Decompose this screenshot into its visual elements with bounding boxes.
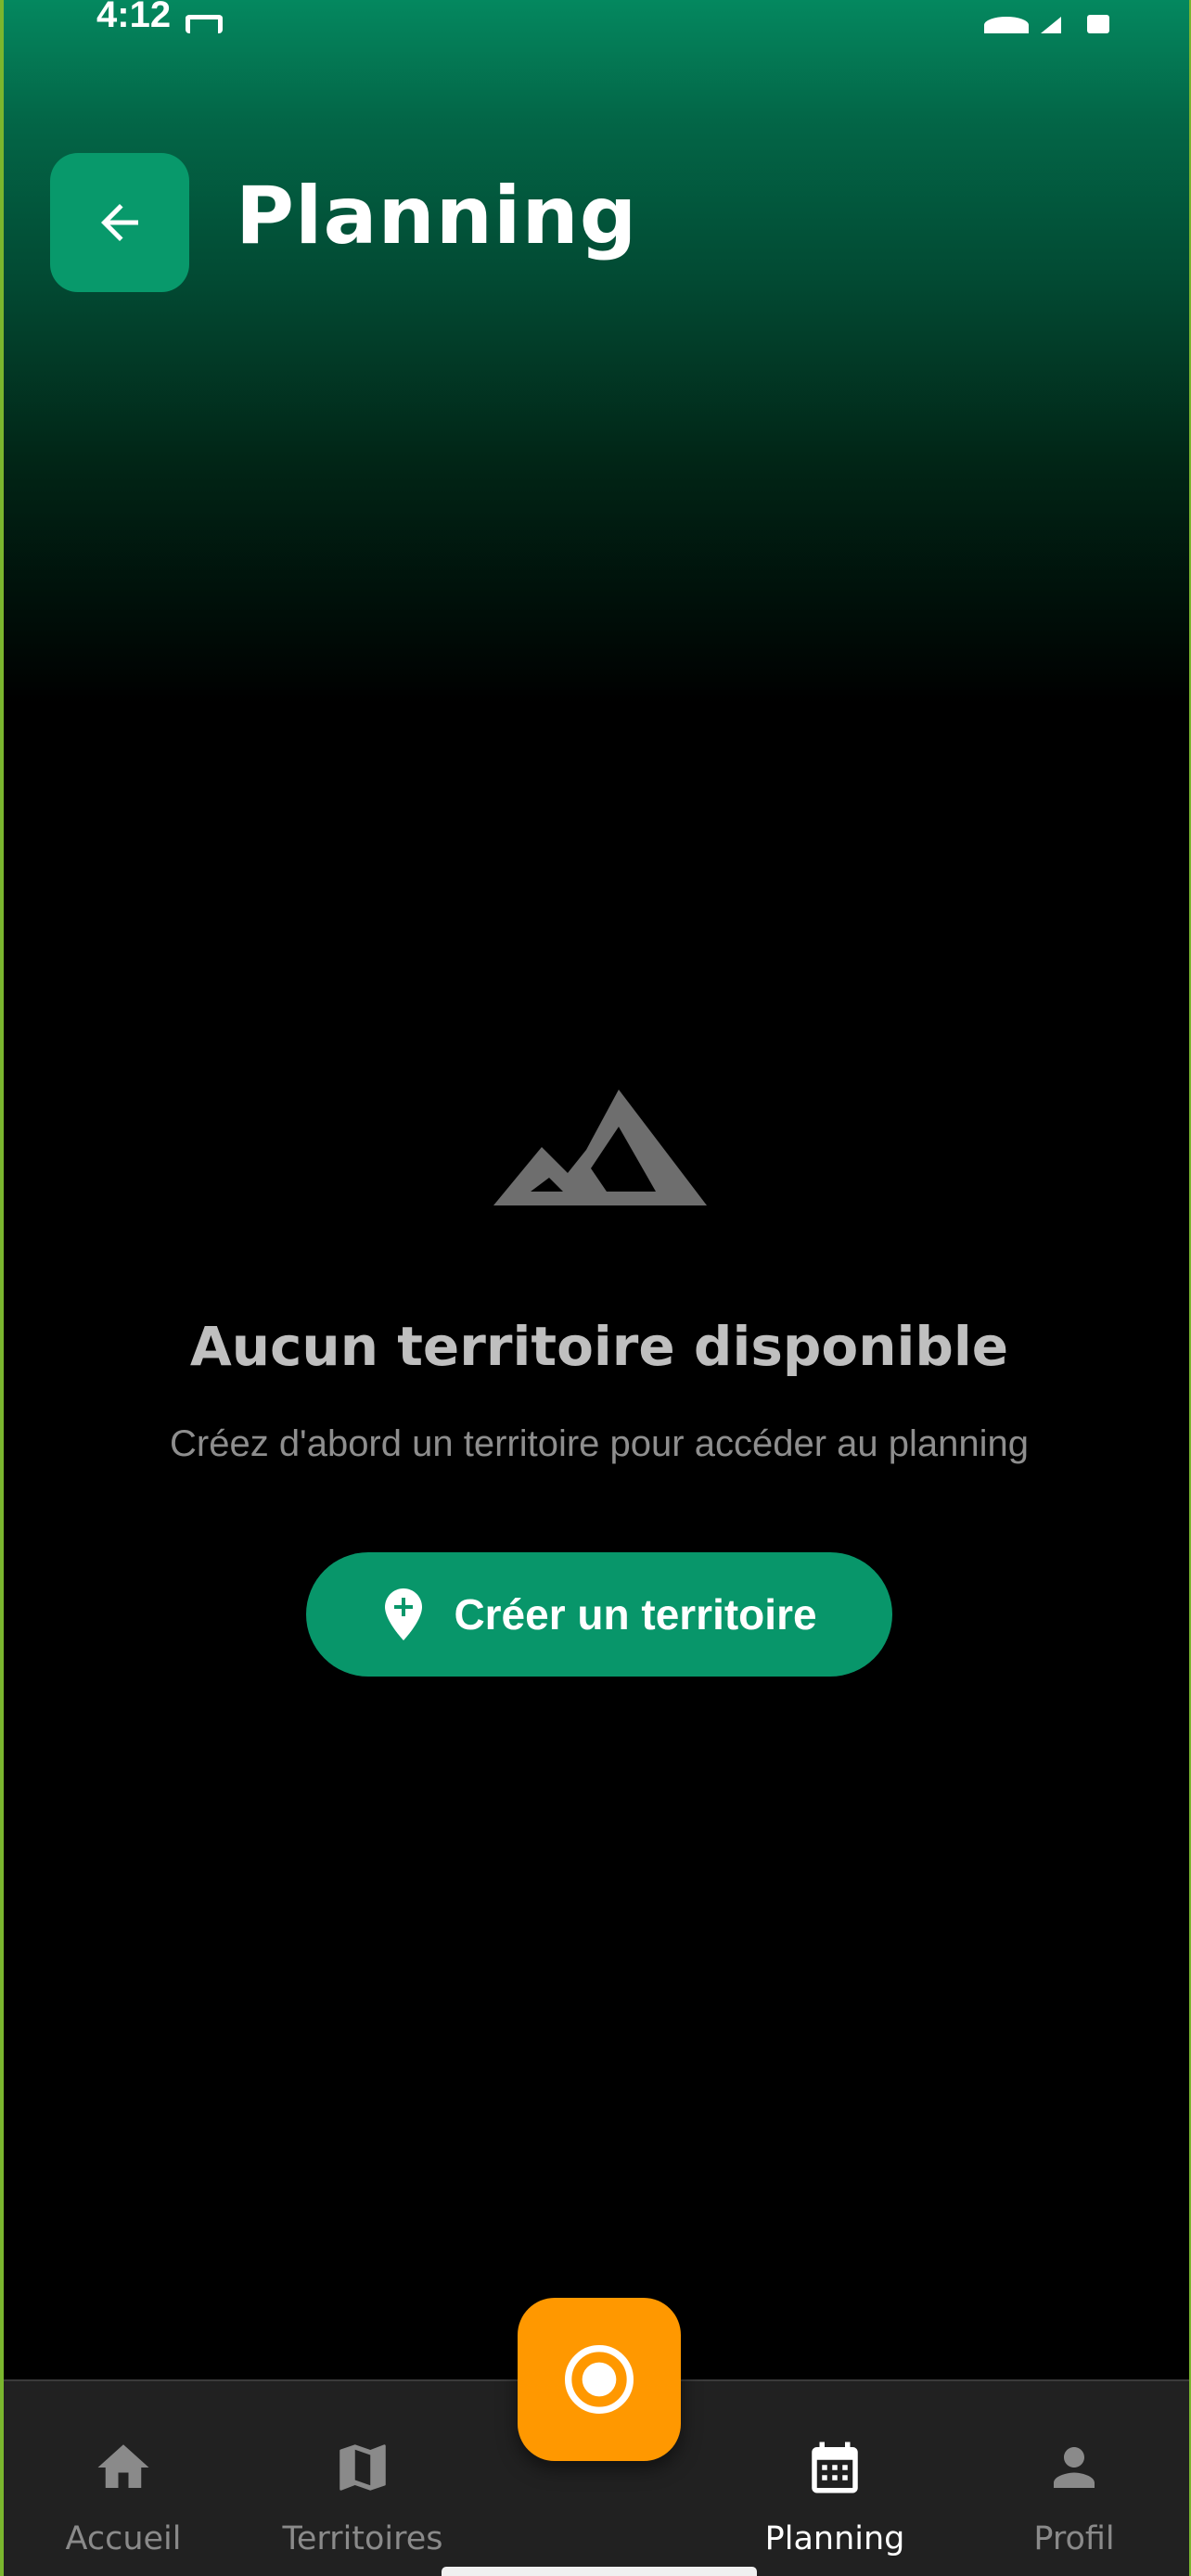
nav-item-planning[interactable]: Planning: [724, 2437, 946, 2557]
nav-label-planning: Planning: [764, 2520, 905, 2557]
back-button[interactable]: [50, 153, 189, 292]
record-icon: [565, 2345, 634, 2414]
wifi-icon: [984, 17, 1029, 33]
record-fab-button[interactable]: [518, 2298, 681, 2461]
home-indicator: [442, 2567, 757, 2576]
nav-item-profil[interactable]: Profil: [963, 2437, 1185, 2557]
empty-state-subtitle: Créez d'abord un territoire pour accéder…: [170, 1423, 1029, 1464]
add-location-icon: [385, 1588, 423, 1640]
nav-item-territoires[interactable]: Territoires: [251, 2437, 474, 2557]
nav-label-profil: Profil: [1033, 2520, 1115, 2557]
status-bar: 4:12: [4, 0, 1189, 37]
empty-state-title: Aucun territoire disponible: [189, 1315, 1009, 1378]
nav-label-accueil: Accueil: [65, 2520, 182, 2557]
page-title: Planning: [236, 170, 638, 262]
home-icon: [97, 2444, 149, 2488]
nav-label-territoires: Territoires: [282, 2520, 443, 2557]
planning-screen: 4:12 Planning Aucun territoire disponibl…: [0, 0, 1191, 2576]
cast-icon: [186, 15, 223, 33]
battery-icon: [1087, 15, 1109, 33]
mountain-icon: [493, 1090, 707, 1205]
status-time: 4:12: [96, 0, 172, 35]
calendar-icon: [812, 2442, 858, 2493]
person-icon: [1054, 2447, 1095, 2488]
create-territory-button[interactable]: Créer un territoire: [306, 1552, 892, 1677]
create-territory-label: Créer un territoire: [454, 1590, 817, 1639]
map-icon: [339, 2444, 386, 2491]
signal-icon: [1041, 17, 1061, 33]
arrow-left-icon: [101, 204, 138, 241]
nav-item-accueil[interactable]: Accueil: [12, 2437, 235, 2557]
